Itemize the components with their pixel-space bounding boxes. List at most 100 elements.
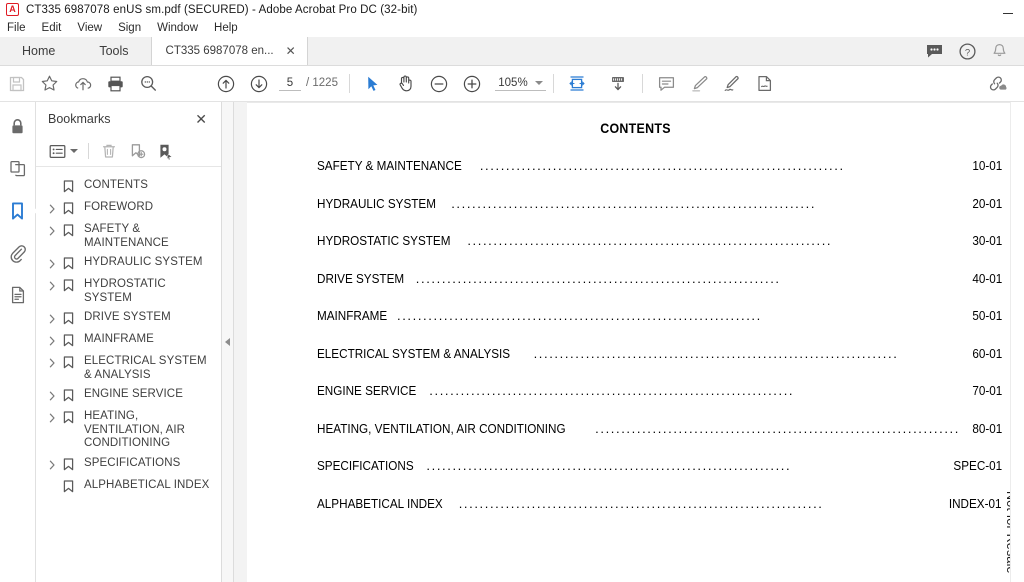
dot-leader: ........................................…	[451, 196, 817, 210]
bookmark-item[interactable]: ENGINE SERVICE	[36, 384, 221, 406]
arrow-down-circle-icon[interactable]	[242, 69, 275, 99]
chevron-right-icon[interactable]	[46, 408, 59, 423]
toc-entry-name: SAFETY & MAINTENANCE	[317, 158, 462, 173]
document-viewer[interactable]: CONTENTS SAFETY & MAINTENANCE ..........…	[234, 102, 1024, 582]
print-icon[interactable]	[99, 69, 132, 99]
toolbar-right-group	[979, 69, 1024, 99]
bookmarks-panel: Bookmarks ✕ CONTENTS FOREWORD SAFETY & M…	[36, 102, 222, 582]
save-icon[interactable]	[0, 69, 33, 99]
toc-entry[interactable]: ENGINE SERVICE .........................…	[317, 383, 1002, 398]
search-icon[interactable]	[132, 69, 165, 99]
bookmark-item[interactable]: SAFETY & MAINTENANCE	[36, 219, 221, 252]
menu-edit[interactable]: Edit	[42, 19, 71, 37]
page-field-group: / 1225	[279, 76, 338, 91]
arrow-up-circle-icon[interactable]	[209, 69, 242, 99]
bookmark-properties-icon[interactable]	[152, 139, 178, 163]
sign-icon[interactable]	[716, 69, 749, 99]
layers-icon[interactable]	[4, 282, 32, 308]
bookmark-item[interactable]: HYDROSTATIC SYSTEM	[36, 274, 221, 307]
toc-entry[interactable]: SPECIFICATIONS .........................…	[317, 458, 1002, 473]
bookmark-item[interactable]: HYDRAULIC SYSTEM	[36, 252, 221, 274]
attachments-icon[interactable]	[4, 240, 32, 266]
delete-bookmark-icon[interactable]	[96, 139, 122, 163]
bookmark-item[interactable]: DRIVE SYSTEM	[36, 307, 221, 329]
toc-entry[interactable]: ALPHABETICAL INDEX .....................…	[317, 496, 1002, 511]
collapse-panel-icon[interactable]	[225, 338, 230, 346]
bookmark-item[interactable]: CONTENTS	[36, 175, 221, 197]
hand-icon[interactable]	[390, 69, 423, 99]
dot-leader: ........................................…	[429, 384, 795, 397]
bookmarks-icon[interactable]	[4, 198, 32, 224]
toc-entry[interactable]: HYDROSTATIC SYSTEM .....................…	[317, 233, 1002, 248]
bookmark-item[interactable]: HEATING, VENTILATION, AIR CONDITIONING	[36, 406, 221, 453]
new-bookmark-icon[interactable]	[124, 139, 150, 163]
toc-entry-name: MAINFRAME	[317, 308, 388, 323]
close-icon[interactable]: ✕	[284, 43, 298, 59]
menu-file[interactable]: File	[7, 19, 35, 37]
bookmark-label: MAINFRAME	[84, 333, 154, 345]
cloud-upload-icon[interactable]	[66, 69, 99, 99]
bookmark-item[interactable]: ALPHABETICAL INDEX	[36, 475, 221, 497]
zoom-level-dropdown[interactable]: 105%	[494, 77, 546, 91]
bookmark-item[interactable]: SPECIFICATIONS	[36, 453, 221, 475]
bookmark-item[interactable]: ELECTRICAL SYSTEM & ANALYSIS	[36, 351, 221, 384]
page-number-input[interactable]	[279, 76, 301, 91]
toc-entry-name: ALPHABETICAL INDEX	[317, 495, 443, 511]
menu-bar: File Edit View Sign Window Help	[0, 19, 1024, 37]
panel-splitter[interactable]	[222, 102, 234, 582]
minimize-button[interactable]	[991, 0, 1024, 19]
chevron-right-icon[interactable]	[46, 353, 59, 368]
minus-circle-icon[interactable]	[423, 69, 456, 99]
menu-sign[interactable]: Sign	[118, 19, 150, 37]
chevron-right-icon[interactable]	[46, 221, 59, 236]
bookmark-item[interactable]: MAINFRAME	[36, 329, 221, 351]
toc-entry[interactable]: SAFETY & MAINTENANCE ...................…	[317, 158, 1002, 173]
security-lock-icon[interactable]	[4, 114, 32, 140]
vertical-scrollbar[interactable]	[1010, 102, 1024, 582]
toc-entry[interactable]: MAINFRAME ..............................…	[317, 308, 1002, 323]
toc-entry[interactable]: DRIVE SYSTEM ...........................…	[317, 271, 1002, 286]
options-list-icon[interactable]	[46, 139, 81, 163]
scroll-down-icon[interactable]	[602, 69, 635, 99]
toc-entry[interactable]: HEATING, VENTILATION, AIR CONDITIONING .…	[317, 421, 1002, 436]
bookmark-item[interactable]: FOREWORD	[36, 197, 221, 219]
workspace: Bookmarks ✕ CONTENTS FOREWORD SAFETY & M…	[0, 102, 1024, 582]
chevron-right-icon[interactable]	[46, 254, 59, 269]
page-thumbnails-icon[interactable]	[4, 156, 32, 182]
chevron-right-icon[interactable]	[46, 455, 59, 470]
plus-circle-icon[interactable]	[456, 69, 489, 99]
bookmark-label: CONTENTS	[84, 179, 149, 191]
bookmark-icon	[63, 199, 80, 215]
chevron-right-icon[interactable]	[46, 276, 59, 291]
bell-icon[interactable]	[992, 43, 1007, 59]
menu-help[interactable]: Help	[214, 19, 247, 37]
navigation-rail	[0, 102, 36, 582]
chevron-right-icon[interactable]	[46, 386, 59, 401]
toc-entry[interactable]: ELECTRICAL SYSTEM & ANALYSIS ...........…	[317, 346, 1002, 361]
toc-entry-name: HYDROSTATIC SYSTEM	[317, 233, 451, 248]
cursor-arrow-icon[interactable]	[357, 69, 390, 99]
menu-view[interactable]: View	[77, 19, 111, 37]
chevron-right-icon[interactable]	[46, 309, 59, 324]
fill-and-sign-icon[interactable]	[749, 69, 782, 99]
menu-window[interactable]: Window	[157, 19, 207, 37]
comment-icon[interactable]	[650, 69, 683, 99]
star-icon[interactable]	[33, 69, 66, 99]
tab-tools[interactable]: Tools	[77, 37, 150, 65]
fit-width-icon[interactable]	[561, 69, 594, 99]
toc-entry-page: 30-01	[972, 233, 1002, 248]
comment-bubble-icon[interactable]	[926, 44, 943, 59]
bookmark-label: SAFETY & MAINTENANCE	[84, 223, 169, 249]
toc-entry[interactable]: HYDRAULIC SYSTEM .......................…	[317, 196, 1002, 211]
bookmarks-title: Bookmarks	[48, 112, 111, 126]
chevron-right-icon[interactable]	[46, 331, 59, 346]
help-circle-icon[interactable]: ?	[959, 42, 976, 60]
bookmark-label: ENGINE SERVICE	[84, 388, 183, 400]
tab-document[interactable]: CT335 6987078 en... ✕	[150, 37, 308, 65]
tab-home[interactable]: Home	[0, 37, 77, 65]
chevron-right-icon[interactable]	[46, 199, 59, 214]
highlight-pen-icon[interactable]	[683, 69, 716, 99]
share-cloud-icon[interactable]	[979, 69, 1012, 99]
close-icon[interactable]: ✕	[193, 110, 209, 128]
bookmark-label: ALPHABETICAL INDEX	[84, 478, 210, 491]
